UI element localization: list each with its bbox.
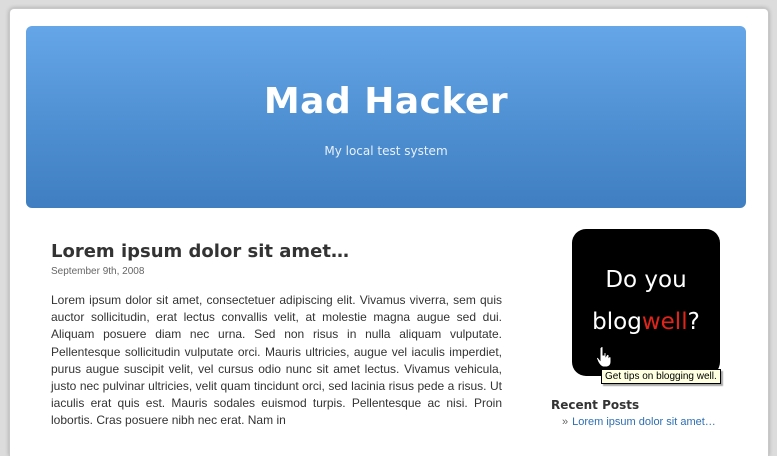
hand-pointer-cursor-icon [596,346,612,368]
site-header: Mad Hacker My local test system [26,26,746,208]
list-item: » Lorem ipsum dolor sit amet… [562,416,716,428]
ad-line-2: blogwell? [572,309,720,335]
post-date: September 9th, 2008 [51,266,145,277]
blogwell-ad-banner[interactable]: Do you blogwell? [572,229,720,376]
ad-word-well: well [641,309,688,335]
post-title[interactable]: Lorem ipsum dolor sit amet… [51,241,502,262]
recent-posts-heading: Recent Posts [551,398,640,412]
post-body: Lorem ipsum dolor sit amet, consectetuer… [51,293,502,428]
ad-line-1: Do you [605,267,687,293]
recent-post-link[interactable]: Lorem ipsum dolor sit amet… [572,416,716,428]
ad-word-blog: blog [592,309,642,335]
recent-posts-list: » Lorem ipsum dolor sit amet… [562,416,716,428]
site-tagline: My local test system [324,144,448,158]
bullet-icon: » [562,416,569,428]
ad-question-mark: ? [687,309,700,335]
site-title[interactable]: Mad Hacker [26,81,746,122]
page-container: Mad Hacker My local test system Lorem ip… [9,8,769,456]
ad-tooltip: Get tips on blogging well. [601,369,721,384]
blog-post: Lorem ipsum dolor sit amet… September 9t… [51,241,502,430]
